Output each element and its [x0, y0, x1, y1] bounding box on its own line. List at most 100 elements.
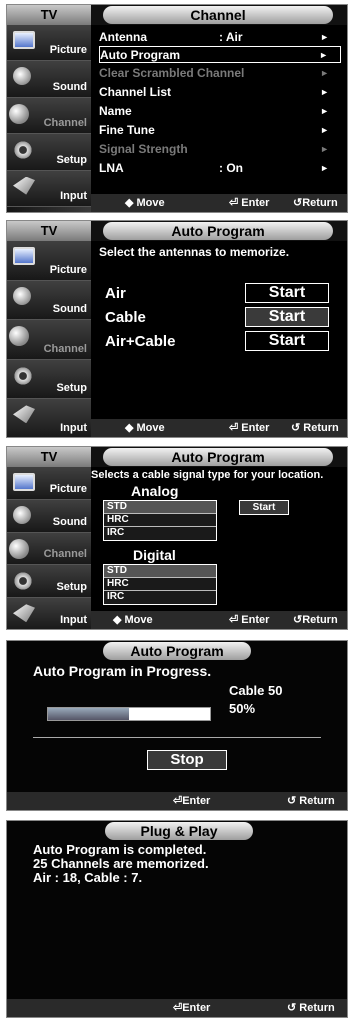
page-title: Auto Program — [103, 222, 333, 240]
analog-list: STD HRC IRC — [103, 500, 217, 541]
arrow-right-icon: ► — [320, 68, 329, 78]
return-icon: ↺ — [287, 1002, 297, 1014]
completion-message: Auto Program is completed. 25 Channels a… — [33, 843, 209, 885]
input-icon — [13, 176, 35, 195]
start-button[interactable]: Start — [239, 500, 289, 515]
menu-item-antenna[interactable]: Antenna: Air ► — [99, 29, 341, 46]
digital-list: STD HRC IRC — [103, 564, 217, 605]
sidebar-item-input[interactable]: Input — [7, 399, 91, 437]
sidebar-item-label: Sound — [52, 515, 87, 528]
menu-item-lna[interactable]: LNA: On ► — [99, 160, 341, 177]
menu-item-name[interactable]: Name ► — [99, 103, 341, 120]
sidebar-item-sound[interactable]: Sound — [7, 61, 91, 98]
percent-readout: 50% — [229, 701, 256, 716]
menu-item-label: Auto Program — [100, 48, 181, 62]
enter-hint: ⏎ Enter — [229, 197, 270, 209]
option-label-air-cable: Air+Cable — [105, 333, 176, 350]
start-air-cable-button[interactable]: Start — [245, 331, 329, 351]
sidebar-item-sound[interactable]: Sound — [7, 499, 91, 533]
digital-heading: Digital — [133, 547, 176, 563]
enter-hint: ⏎ Enter — [229, 614, 270, 626]
sound-icon — [13, 67, 31, 86]
arrow-right-icon: ► — [319, 50, 328, 60]
option-label-air: Air — [105, 285, 126, 302]
move-hint: ◆ Move — [113, 614, 153, 626]
analog-option-std[interactable]: STD — [104, 501, 216, 514]
analog-option-irc[interactable]: IRC — [104, 527, 216, 540]
sidebar-item-label: Picture — [49, 482, 87, 495]
picture-icon — [13, 31, 35, 49]
enter-hint: ⏎Enter — [173, 795, 211, 807]
sidebar-item-sound[interactable]: Sound — [7, 280, 91, 321]
return-hint: ↺ Return — [291, 422, 339, 434]
header: Channel — [91, 5, 347, 25]
completion-line: Air : 18, Cable : 7. — [33, 870, 143, 885]
screen-auto-program-progress: Auto Program Auto Program in Progress. C… — [6, 640, 348, 811]
menu-item-clear-scrambled-channel: Clear Scrambled Channel ► — [99, 65, 341, 82]
footer-hints: ◆ Move ⏎ Enter ↺ Return — [91, 419, 347, 437]
channel-icon — [9, 326, 29, 347]
sidebar-item-channel[interactable]: Channel — [7, 97, 91, 135]
menu-item-label: Antenna — [99, 30, 147, 44]
analog-heading: Analog — [131, 483, 179, 499]
sidebar-item-label: Input — [60, 613, 87, 626]
menu-item-label: Channel List — [99, 85, 172, 99]
enter-icon: ⏎ — [173, 795, 183, 807]
picture-icon — [13, 247, 35, 265]
channel-icon — [9, 538, 29, 559]
digital-option-std[interactable]: STD — [104, 565, 216, 578]
input-icon — [13, 405, 35, 424]
menu-item-label: Clear Scrambled Channel — [99, 66, 245, 80]
sidebar-item-label: Setup — [56, 382, 87, 395]
sidebar-item-channel[interactable]: Channel — [7, 532, 91, 566]
arrow-right-icon: ► — [320, 144, 329, 154]
menu-item-value: : Air — [219, 30, 243, 44]
start-air-button[interactable]: Start — [245, 283, 329, 303]
arrow-right-icon: ► — [320, 87, 329, 97]
return-hint: ↺Return — [293, 197, 338, 209]
tv-tab: TV — [7, 447, 91, 467]
analog-option-hrc[interactable]: HRC — [104, 514, 216, 527]
enter-icon: ⏎ — [229, 614, 239, 626]
sidebar-item-label: Channel — [43, 548, 87, 561]
sidebar-item-label: Channel — [43, 117, 87, 130]
completion-line: 25 Channels are memorized. — [33, 856, 209, 871]
digital-option-hrc[interactable]: HRC — [104, 578, 216, 591]
sidebar-item-setup[interactable]: Setup — [7, 565, 91, 599]
sidebar-item-setup[interactable]: Setup — [7, 359, 91, 400]
header: Auto Program — [91, 221, 347, 241]
setup-icon — [13, 571, 33, 592]
sound-icon — [13, 286, 31, 305]
sidebar-item-input[interactable]: Input — [7, 170, 91, 207]
menu-item-fine-tune[interactable]: Fine Tune ► — [99, 122, 341, 139]
sidebar-item-channel[interactable]: Channel — [7, 320, 91, 360]
divider — [33, 737, 321, 738]
return-hint: ↺ Return — [287, 1002, 335, 1014]
sidebar-item-setup[interactable]: Setup — [7, 134, 91, 171]
tv-tab: TV — [7, 5, 91, 25]
sidebar-item-label: Picture — [49, 263, 87, 276]
screen-channel-menu: TV Picture Sound Channel Setup Input Cha… — [6, 4, 348, 213]
picture-icon — [13, 473, 35, 491]
sidebar: Picture Sound Channel Setup Input — [7, 467, 91, 629]
enter-icon: ⏎ — [229, 422, 239, 434]
menu-item-channel-list[interactable]: Channel List ► — [99, 84, 341, 101]
page-title: Auto Program — [103, 642, 251, 660]
sidebar-item-picture[interactable]: Picture — [7, 25, 91, 62]
progress-bar-fill — [48, 708, 129, 720]
stop-button[interactable]: Stop — [147, 750, 227, 770]
sidebar-item-input[interactable]: Input — [7, 598, 91, 629]
start-cable-button[interactable]: Start — [245, 307, 329, 327]
sidebar: Picture Sound Channel Setup Input — [7, 241, 91, 437]
setup-icon — [13, 365, 33, 386]
enter-icon: ⏎ — [229, 197, 239, 209]
sidebar-item-picture[interactable]: Picture — [7, 467, 91, 500]
digital-option-irc[interactable]: IRC — [104, 591, 216, 604]
enter-icon: ⏎ — [173, 1002, 183, 1014]
enter-hint: ⏎ Enter — [229, 422, 270, 434]
return-hint: ↺ Return — [287, 795, 335, 807]
sidebar-item-picture[interactable]: Picture — [7, 241, 91, 281]
menu-item-label: Name — [99, 104, 132, 118]
menu-item-auto-program[interactable]: Auto Program ► — [99, 46, 341, 63]
sidebar-item-label: Sound — [52, 303, 87, 316]
